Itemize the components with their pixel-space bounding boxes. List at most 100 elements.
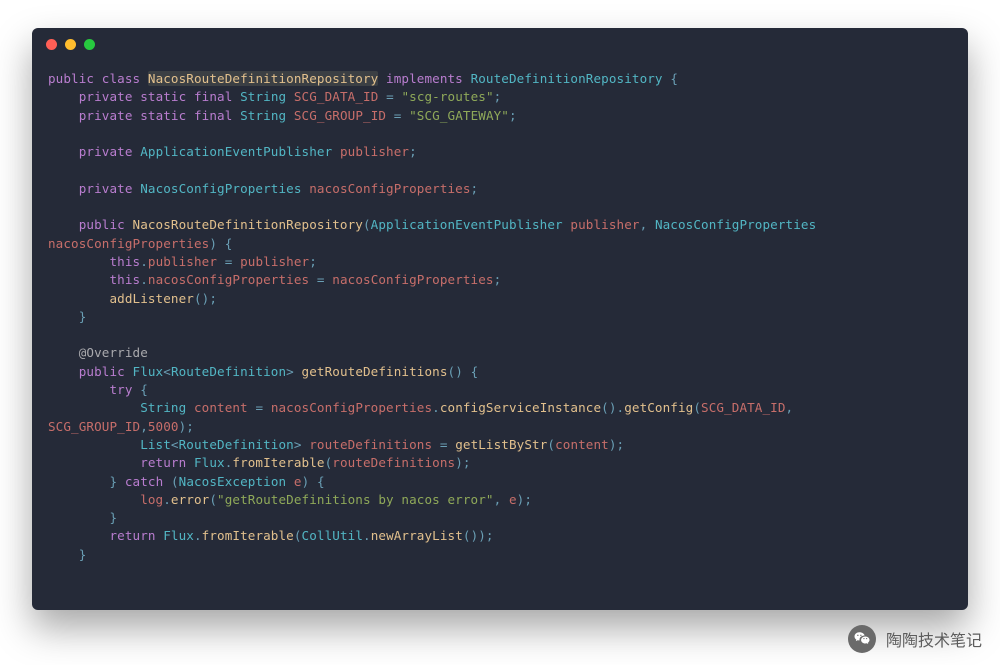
code-token: ); (455, 455, 470, 470)
code-token (217, 254, 225, 269)
code-token: ( (547, 437, 555, 452)
code-token (48, 144, 79, 159)
code-token: SCG_DATA_ID (294, 89, 379, 104)
code-token: RouteDefinition (179, 437, 294, 452)
code-token: implements (386, 71, 463, 86)
code-token: this (109, 272, 140, 287)
code-token: fromIterable (232, 455, 324, 470)
code-token: error (171, 492, 209, 507)
close-icon[interactable] (46, 39, 57, 50)
code-token (48, 309, 79, 324)
code-token: public (79, 217, 125, 232)
code-token (48, 382, 109, 397)
code-token (263, 400, 271, 415)
code-token: ; (494, 272, 502, 287)
code-token (286, 108, 294, 123)
code-line: private static final String SCG_GROUP_ID… (48, 107, 952, 125)
code-token: final (194, 89, 232, 104)
code-token (386, 108, 394, 123)
code-token (94, 71, 102, 86)
code-token (117, 474, 125, 489)
code-token (232, 89, 240, 104)
zoom-icon[interactable] (84, 39, 95, 50)
code-token: addListener (109, 291, 194, 306)
code-line: private ApplicationEventPublisher publis… (48, 143, 952, 161)
code-token: CollUtil (302, 528, 363, 543)
code-line: } (48, 509, 952, 527)
code-token (48, 108, 79, 123)
code-token: publisher (570, 217, 639, 232)
code-token: { (670, 71, 678, 86)
code-token (48, 89, 79, 104)
code-token: fromIterable (202, 528, 294, 543)
code-token (186, 108, 194, 123)
code-line: this.nacosConfigProperties = nacosConfig… (48, 271, 952, 289)
minimize-icon[interactable] (65, 39, 76, 50)
code-token: "SCG_GATEWAY" (409, 108, 509, 123)
code-token: 5000 (148, 419, 179, 434)
code-line: private NacosConfigProperties nacosConfi… (48, 180, 952, 198)
code-token: nacosConfigProperties (48, 236, 209, 251)
code-token: e (294, 474, 302, 489)
code-line (48, 161, 952, 179)
code-token: ; (471, 181, 479, 196)
wechat-icon (848, 625, 876, 653)
code-token: SCG_GROUP_ID (294, 108, 386, 123)
code-token: public (48, 71, 94, 86)
code-token: String (240, 89, 286, 104)
code-token: () (448, 364, 463, 379)
code-token: String (140, 400, 186, 415)
code-token: { (225, 236, 233, 251)
code-token: ApplicationEventPublisher (371, 217, 563, 232)
code-token: public (79, 364, 125, 379)
code-token: getListByStr (455, 437, 547, 452)
code-token: publisher (340, 144, 409, 159)
code-token: Flux (163, 528, 194, 543)
code-token: configServiceInstance (440, 400, 601, 415)
code-token: ( (171, 474, 179, 489)
code-line: log.error("getRouteDefinitions by nacos … (48, 491, 952, 509)
code-line: } (48, 546, 952, 564)
code-token: return (140, 455, 186, 470)
code-token: (); (194, 291, 217, 306)
code-token: SCG_DATA_ID (701, 400, 786, 415)
code-token (463, 364, 471, 379)
code-token (186, 400, 194, 415)
code-token (186, 455, 194, 470)
code-token: { (317, 474, 325, 489)
code-token: try (109, 382, 132, 397)
code-line: } catch (NacosException e) { (48, 473, 952, 491)
code-token: ); (179, 419, 194, 434)
code-token: . (432, 400, 440, 415)
code-token: nacosConfigProperties (148, 272, 309, 287)
code-token (48, 254, 109, 269)
code-line: List<RouteDefinition> routeDefinitions =… (48, 436, 952, 454)
code-line: SCG_GROUP_ID,5000); (48, 418, 952, 436)
code-token (186, 89, 194, 104)
code-token: < (171, 437, 179, 452)
code-token (217, 236, 225, 251)
code-token: ; (494, 89, 502, 104)
code-line: @Override (48, 344, 952, 362)
code-token (647, 217, 655, 232)
code-token: NacosException (179, 474, 287, 489)
code-token: < (163, 364, 171, 379)
code-token (463, 71, 471, 86)
code-token: "scg-routes" (401, 89, 493, 104)
code-line: return Flux.fromIterable(CollUtil.newArr… (48, 527, 952, 545)
code-token: ; (409, 144, 417, 159)
code-token (286, 89, 294, 104)
code-token (48, 547, 79, 562)
code-token: ; (309, 254, 317, 269)
code-token: newArrayList (371, 528, 463, 543)
code-token: List (140, 437, 171, 452)
code-token: . (363, 528, 371, 543)
code-token (48, 437, 140, 452)
code-line: public class NacosRouteDefinitionReposit… (48, 70, 952, 88)
code-token (232, 108, 240, 123)
code-token: Flux (194, 455, 225, 470)
code-token: nacosConfigProperties (332, 272, 493, 287)
code-token: ; (509, 108, 517, 123)
code-token: = (386, 89, 394, 104)
code-token: } (79, 309, 87, 324)
